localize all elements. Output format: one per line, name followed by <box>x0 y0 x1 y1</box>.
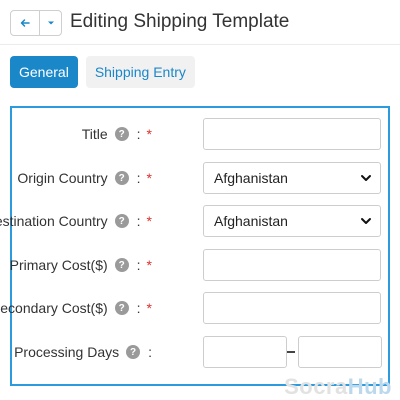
history-dropdown-button[interactable] <box>40 11 61 35</box>
form-row-title: Title ? : * <box>12 118 388 150</box>
origin-country-label: Origin Country <box>17 170 108 186</box>
form-row-origin-country: Origin Country ? : * Afghanistan <box>12 162 388 194</box>
tab-bar: General Shipping Entry <box>10 56 195 88</box>
title-input[interactable] <box>203 118 381 150</box>
help-icon[interactable]: ? <box>114 301 129 315</box>
field-label-wrap: Destination Country ? : * <box>0 205 152 237</box>
processing-days-label: Processing Days <box>14 344 120 360</box>
field-label-wrap: Primary Cost($) ? : * <box>10 249 152 281</box>
back-button-group <box>10 10 62 36</box>
page-title: Editing Shipping Template <box>70 11 290 32</box>
origin-country-select[interactable]: Afghanistan <box>203 162 381 194</box>
general-form-panel: Title ? : * Origin Country ? : * Afghani… <box>0 106 390 386</box>
form-row-processing-days: Processing Days ? : <box>12 336 388 368</box>
origin-country-value: Afghanistan <box>214 170 288 186</box>
help-icon[interactable]: ? <box>114 214 129 228</box>
processing-days-min-input[interactable] <box>203 336 287 368</box>
watermark-part1: Socra <box>284 374 348 399</box>
colon: : <box>136 213 141 229</box>
help-icon[interactable]: ? <box>126 345 141 359</box>
watermark-logo: SocraHub <box>284 374 392 400</box>
colon: : <box>136 170 141 186</box>
range-dash <box>287 351 295 353</box>
destination-country-select[interactable]: Afghanistan <box>203 205 381 237</box>
field-label-wrap: Origin Country ? : * <box>17 162 152 194</box>
colon: : <box>136 300 141 316</box>
tab-general[interactable]: General <box>10 56 78 88</box>
form-row-primary-cost: Primary Cost($) ? : * <box>10 249 388 281</box>
colon: : <box>148 344 152 360</box>
chevron-down-icon <box>361 175 371 181</box>
back-button[interactable] <box>11 11 40 35</box>
form-row-destination-country: Destination Country ? : * Afghanistan <box>0 205 388 237</box>
page-header: Editing Shipping Template <box>0 0 400 45</box>
caret-down-icon <box>47 21 54 25</box>
colon: : <box>136 126 141 142</box>
field-label-wrap: Processing Days ? : <box>14 336 152 368</box>
field-label-wrap: Title ? : * <box>82 118 152 150</box>
required-asterisk: * <box>146 300 152 316</box>
required-asterisk: * <box>146 213 152 229</box>
watermark-part2: Hub <box>347 374 392 399</box>
primary-cost-input[interactable] <box>203 249 381 281</box>
tab-shipping-entry[interactable]: Shipping Entry <box>85 56 195 88</box>
required-asterisk: * <box>146 257 152 273</box>
destination-country-label: Destination Country <box>0 213 108 229</box>
required-asterisk: * <box>146 170 152 186</box>
secondary-cost-label: Secondary Cost($) <box>0 300 108 316</box>
destination-country-value: Afghanistan <box>214 213 288 229</box>
help-icon[interactable]: ? <box>114 258 129 272</box>
primary-cost-label: Primary Cost($) <box>9 257 108 273</box>
chevron-down-icon <box>361 218 371 224</box>
title-label: Title <box>81 126 108 142</box>
secondary-cost-input[interactable] <box>203 292 381 324</box>
field-label-wrap: Secondary Cost($) ? : * <box>0 292 152 324</box>
colon: : <box>136 257 141 273</box>
form-row-secondary-cost: Secondary Cost($) ? : * <box>0 292 388 324</box>
help-icon[interactable]: ? <box>114 171 129 185</box>
help-icon[interactable]: ? <box>114 127 129 141</box>
required-asterisk: * <box>146 126 152 142</box>
arrow-left-icon <box>20 19 30 27</box>
processing-days-max-input[interactable] <box>298 336 382 368</box>
